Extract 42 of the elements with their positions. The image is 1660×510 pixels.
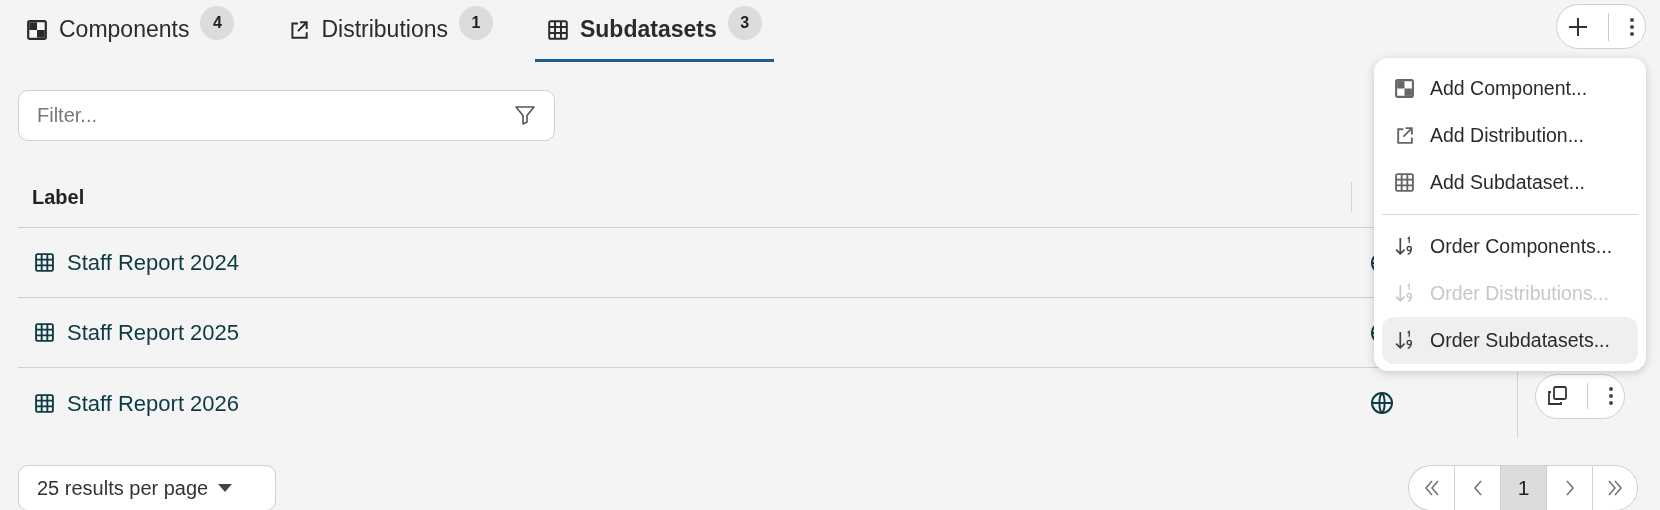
page-button[interactable]: 1	[1500, 465, 1546, 510]
menu-item[interactable]: Add Distribution...	[1382, 112, 1638, 159]
tab-label: Subdatasets	[579, 15, 717, 45]
globe-icon	[1370, 391, 1394, 415]
tab[interactable]: Components 4	[14, 0, 247, 62]
tab[interactable]: Subdatasets 3	[534, 0, 774, 62]
more-icon[interactable]	[1629, 15, 1636, 38]
component-icon	[26, 18, 48, 41]
table-icon	[34, 252, 55, 273]
sort-icon	[1394, 236, 1415, 257]
column-header: Label	[32, 184, 85, 210]
dataset-link[interactable]: Staff Report 2024	[67, 246, 240, 279]
tab[interactable]: Distributions 1	[276, 0, 505, 62]
caret-icon	[218, 483, 233, 493]
count-badge: 3	[727, 6, 762, 40]
menu-item[interactable]: Order Components...	[1382, 223, 1638, 270]
table-icon	[34, 392, 55, 414]
table-icon	[34, 322, 55, 343]
sort-icon	[1394, 330, 1415, 351]
filter-icon	[513, 103, 537, 127]
tab-label: Components	[59, 15, 190, 45]
table-icon	[1394, 172, 1415, 193]
copy-icon[interactable]	[1545, 385, 1568, 407]
count-badge: 4	[200, 6, 235, 40]
external-link-icon	[288, 18, 311, 41]
tab-label: Distributions	[321, 15, 448, 45]
count-badge: 1	[458, 6, 493, 40]
menu-item[interactable]: Order Subdatasets...	[1382, 317, 1638, 364]
per-page-select[interactable]: 25 results per page	[18, 465, 276, 510]
plus-icon[interactable]	[1566, 15, 1589, 38]
menu-item[interactable]: Add Component...	[1382, 65, 1638, 112]
table-icon	[546, 18, 569, 41]
external-link-icon	[1394, 125, 1415, 146]
pagination-button[interactable]	[1408, 465, 1454, 510]
component-icon	[1394, 78, 1415, 99]
sort-icon	[1394, 283, 1415, 304]
filter-field[interactable]: Filter...	[18, 90, 555, 141]
dataset-link[interactable]: Staff Report 2026	[67, 386, 240, 420]
dataset-link[interactable]: Staff Report 2025	[67, 316, 240, 349]
more-icon[interactable]	[1608, 385, 1615, 407]
pagination-button[interactable]	[1592, 465, 1638, 510]
menu-item[interactable]: Add Subdataset...	[1382, 159, 1638, 206]
